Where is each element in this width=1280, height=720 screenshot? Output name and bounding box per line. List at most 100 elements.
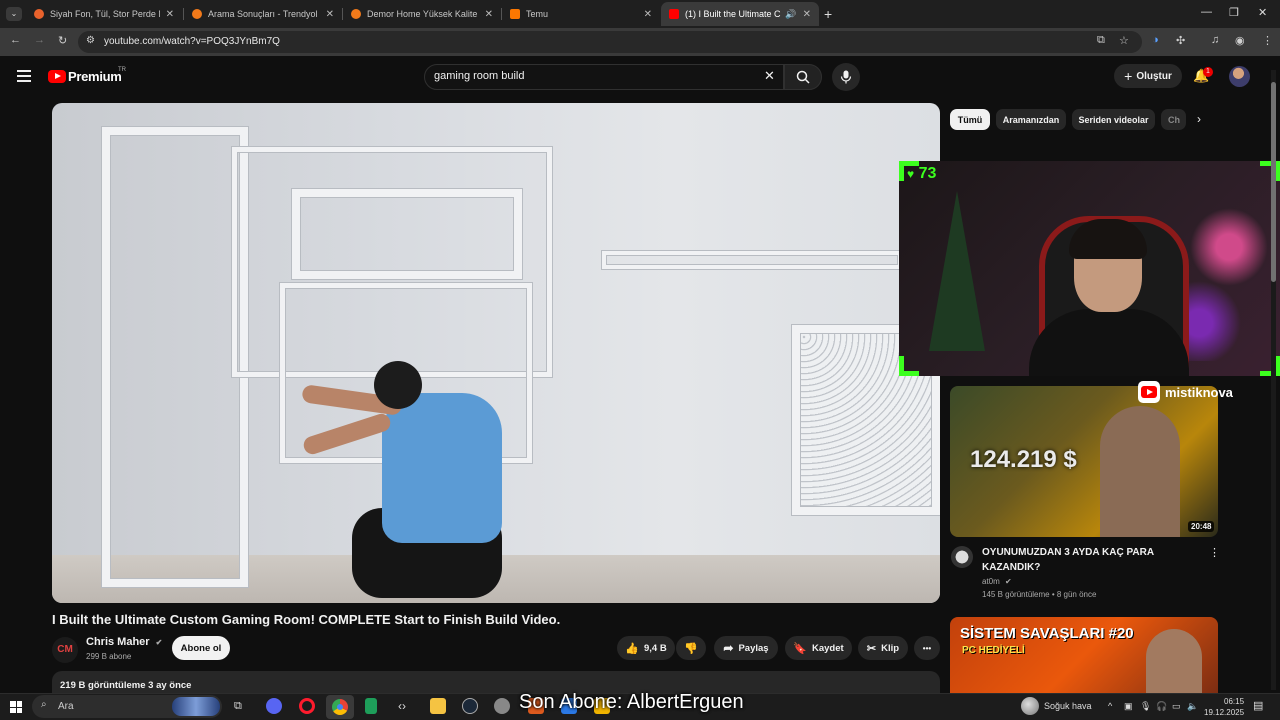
- notepad-icon[interactable]: [365, 698, 377, 714]
- network-icon[interactable]: ▭: [1172, 701, 1181, 712]
- channel-name[interactable]: Chris Maher ✔: [86, 636, 162, 648]
- chip-series-videos[interactable]: Seriden videolar: [1072, 109, 1155, 130]
- close-tab-icon[interactable]: ✕: [803, 9, 811, 20]
- like-button[interactable]: 👍 9,4 B: [617, 636, 675, 660]
- tab-search-button[interactable]: ⌄: [6, 7, 22, 21]
- extension-icon[interactable]: ◑: [1152, 34, 1159, 46]
- video-frame-person-cap: [374, 361, 422, 409]
- chrome-icon-active[interactable]: [326, 695, 354, 719]
- install-app-icon[interactable]: ⧉: [1097, 34, 1105, 47]
- windows-start-icon[interactable]: [10, 701, 22, 713]
- terminal-icon[interactable]: ‹›: [398, 699, 406, 713]
- share-button[interactable]: ➦ Paylaş: [714, 636, 778, 660]
- browser-tab[interactable]: Temu ✕: [502, 2, 660, 26]
- taskbar-search[interactable]: ⌕ Ara: [32, 695, 222, 718]
- close-tab-icon[interactable]: ✕: [166, 9, 174, 20]
- reload-icon[interactable]: ↻: [58, 34, 67, 47]
- browser-tab[interactable]: Arama Sonuçları - Trendyol ✕: [184, 2, 342, 26]
- tab-title: Temu: [526, 9, 549, 19]
- create-button[interactable]: + Oluştur: [1114, 64, 1182, 88]
- tray-app-icon[interactable]: ▣: [1124, 701, 1133, 712]
- recommendation-thumbnail[interactable]: SİSTEM SAVAŞLARI #20 PC HEDİYELİ: [950, 617, 1218, 693]
- more-actions-button[interactable]: •••: [914, 636, 940, 660]
- notification-center-icon[interactable]: ▤: [1253, 699, 1263, 712]
- site-info-icon[interactable]: ⚙: [86, 35, 95, 46]
- thumbnail-person: [1146, 629, 1202, 693]
- recommendation-channel[interactable]: at0m ✔: [982, 577, 1012, 586]
- weather-icon[interactable]: [1021, 697, 1039, 715]
- views-and-date: 219 B görüntüleme 3 ay önce: [60, 680, 192, 691]
- thumbs-up-icon: 👍: [625, 642, 639, 655]
- file-explorer-icon[interactable]: [430, 698, 446, 714]
- recommendation-title[interactable]: OYUNUMUZDAN 3 AYDA KAÇ PARA KAZANDIK?: [982, 545, 1182, 575]
- close-tab-icon[interactable]: ✕: [644, 9, 652, 20]
- taskbar-clock[interactable]: 06:15 19.12.2025: [1204, 696, 1244, 718]
- chip-partial[interactable]: Ch: [1161, 109, 1186, 130]
- clock-date: 19.12.2025: [1204, 708, 1245, 717]
- youtube-premium-wordmark[interactable]: Premium: [68, 69, 122, 84]
- tray-chevron-icon[interactable]: ^: [1108, 701, 1112, 711]
- thumbnail-person: [1100, 406, 1180, 537]
- notification-badge: 1: [1203, 67, 1213, 77]
- taskbar-search-label: Ara: [58, 701, 74, 712]
- clear-search-icon[interactable]: ✕: [764, 68, 775, 84]
- back-icon[interactable]: ←: [10, 34, 21, 46]
- chevron-right-icon[interactable]: ›: [1197, 112, 1201, 126]
- app-icon[interactable]: [494, 698, 510, 714]
- restore-icon[interactable]: ❐: [1229, 6, 1239, 19]
- more-options-icon[interactable]: ⋮: [1209, 546, 1220, 559]
- like-count: 9,4 B: [643, 642, 667, 654]
- browser-tab[interactable]: Demor Home Yüksek Kalite Siyah ✕: [343, 2, 501, 26]
- media-control-icon[interactable]: ♫: [1211, 34, 1219, 46]
- profile-icon[interactable]: ◉: [1235, 34, 1245, 47]
- discord-icon[interactable]: [266, 698, 282, 714]
- close-tab-icon[interactable]: ✕: [485, 9, 493, 20]
- close-window-icon[interactable]: ✕: [1258, 6, 1267, 19]
- thumbnail-money-text: 124.219 $: [970, 446, 1077, 473]
- close-tab-icon[interactable]: ✕: [326, 9, 334, 20]
- steam-icon[interactable]: [462, 698, 478, 714]
- chip-all[interactable]: Tümü: [950, 109, 990, 130]
- minimize-icon[interactable]: —: [1201, 6, 1212, 18]
- microphone-tray-icon[interactable]: 🎙: [1140, 701, 1151, 712]
- video-duration: 20:48: [1188, 521, 1215, 532]
- headset-icon[interactable]: 🎧: [1156, 701, 1167, 712]
- save-button[interactable]: 🔖 Kaydet: [785, 636, 852, 660]
- bookmark-star-icon[interactable]: ☆: [1119, 34, 1129, 47]
- recommendation-thumbnail[interactable]: 124.219 $: [950, 386, 1218, 537]
- menu-dots-icon[interactable]: ⋮: [1262, 34, 1273, 47]
- webcam-christmas-tree: [929, 191, 985, 351]
- thumbnail-subtitle-text: PC HEDİYELİ: [962, 645, 1025, 656]
- hamburger-menu-icon[interactable]: [17, 70, 31, 85]
- dislike-button[interactable]: 👎: [676, 636, 706, 660]
- forward-icon[interactable]: →: [34, 34, 45, 46]
- speaker-icon[interactable]: 🔊: [785, 9, 796, 20]
- tab-title: Arama Sonuçları - Trendyol: [208, 9, 318, 19]
- video-player[interactable]: [52, 103, 940, 603]
- task-view-icon[interactable]: ⧉: [234, 700, 242, 713]
- page-scrollbar-thumb[interactable]: [1271, 82, 1276, 282]
- browser-tab-active[interactable]: (1) I Built the Ultimate Custo 🔊 ✕: [661, 2, 819, 26]
- opera-icon[interactable]: [299, 698, 315, 714]
- microphone-icon: [840, 70, 852, 84]
- volume-icon[interactable]: 🔈: [1187, 701, 1198, 712]
- new-tab-button[interactable]: +: [824, 6, 832, 22]
- weather-label[interactable]: Soğuk hava: [1044, 701, 1092, 711]
- channel-avatar[interactable]: CM: [52, 637, 78, 663]
- tab-title: Demor Home Yüksek Kalite Siyah: [367, 9, 479, 19]
- share-arrow-icon: ➦: [723, 641, 734, 655]
- clip-button[interactable]: ✂ Klip: [858, 636, 908, 660]
- browser-tab[interactable]: Siyah Fon, Tül, Stor Perde Mode ✕: [26, 2, 182, 26]
- verified-check-icon: ✔: [1005, 577, 1012, 586]
- tab-favicon-icon: [34, 9, 44, 19]
- video-frame-wall-panel: [102, 127, 248, 587]
- extensions-puzzle-icon[interactable]: ✣: [1176, 34, 1185, 47]
- voice-search-button[interactable]: [832, 63, 860, 91]
- recommendation-channel-avatar[interactable]: [951, 546, 973, 568]
- youtube-logo-icon[interactable]: [48, 70, 66, 83]
- video-frame-person-shirt: [382, 393, 502, 543]
- subscribe-button[interactable]: Abone ol: [172, 636, 230, 660]
- account-avatar[interactable]: [1229, 66, 1250, 87]
- chip-from-search[interactable]: Aramanızdan: [996, 109, 1066, 130]
- search-button[interactable]: [784, 64, 822, 90]
